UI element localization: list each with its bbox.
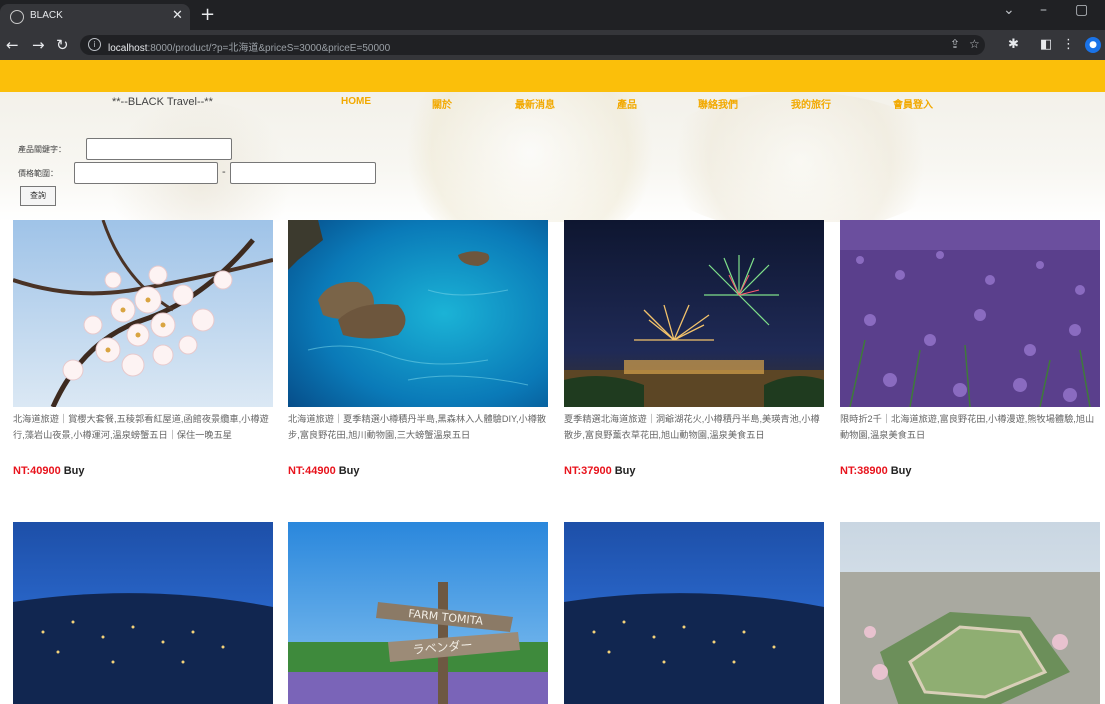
puzzle-icon[interactable]: ✱ (1008, 37, 1019, 52)
address-bar[interactable]: i localhost:8000/product/?p=北海道&priceS=3… (80, 35, 985, 55)
plus-icon[interactable]: + (200, 4, 215, 25)
product-image-farm-tomita-sign[interactable]: FARM TOMITA ラベンダー (288, 522, 548, 704)
reload-icon[interactable]: ↻ (56, 36, 69, 54)
minimize-icon[interactable]: – (1040, 2, 1047, 18)
price-range-label: 價格範圍： (18, 169, 58, 178)
nav-contact[interactable]: 聯絡我們 (698, 96, 738, 111)
product-description[interactable]: 限時折2千｜北海道旅遊,富良野花田,小樽漫遊,熊牧場體驗,旭山動物園,溫泉美食五… (840, 411, 1100, 443)
price-min-input[interactable] (74, 162, 218, 184)
product-image-night-city[interactable] (13, 522, 273, 704)
nav-products[interactable]: 產品 (617, 96, 637, 111)
price-row: NT:38900 Buy (840, 465, 911, 477)
search-button[interactable]: 查詢 (20, 186, 56, 206)
close-icon[interactable]: ✕ (172, 8, 183, 23)
product-image-cherry-blossom[interactable] (13, 220, 273, 407)
info-icon[interactable]: i (88, 38, 101, 51)
price-row: NT:37900 Buy (564, 465, 635, 477)
site-brand[interactable]: **--BLACK Travel--** (112, 96, 213, 108)
profile-icon[interactable]: ● (1085, 37, 1101, 53)
price-separator: - (222, 166, 226, 178)
menu-icon[interactable]: ⋮ (1062, 37, 1075, 52)
product-image-star-fort[interactable] (840, 522, 1100, 704)
nav-home[interactable]: HOME (341, 96, 371, 107)
maximize-icon[interactable]: ▢ (1075, 2, 1088, 18)
price-max-input[interactable] (230, 162, 376, 184)
product-image-night-city[interactable] (564, 522, 824, 704)
nav-my-trips[interactable]: 我的旅行 (791, 96, 831, 111)
arrow-right-icon[interactable]: → (32, 36, 45, 54)
site-navbar: **--BLACK Travel--** HOME 關於 最新消息 產品 聯絡我… (0, 94, 1105, 116)
product-description[interactable]: 北海道旅遊｜夏季精選小樽積丹半島,黑森林入人體驗DIY,小樽散步,富良野花田,旭… (288, 411, 548, 443)
url-text: localhost:8000/product/?p=北海道&priceS=300… (108, 39, 390, 54)
nav-about[interactable]: 關於 (432, 96, 452, 111)
globe-icon (10, 10, 24, 24)
product-price: NT:40900 (13, 465, 61, 477)
buy-link[interactable]: Buy (615, 465, 636, 477)
product-description[interactable]: 夏季精選北海道旅遊｜洞爺湖花火,小樽積丹半島,美瑛青池,小樽散步,富良野薰衣草花… (564, 411, 824, 443)
price-row: NT:40900 Buy (13, 465, 84, 477)
tab-title: BLACK (30, 10, 63, 21)
header-accent-bar (0, 60, 1105, 92)
price-row: NT:44900 Buy (288, 465, 359, 477)
keyword-label: 產品關鍵字： (18, 145, 66, 154)
product-price: NT:44900 (288, 465, 336, 477)
browser-tab-strip: BLACK ✕ + ⌄ – ▢ (0, 0, 1105, 30)
share-icon[interactable]: ⇪ (950, 37, 960, 51)
product-image-fireworks[interactable] (564, 220, 824, 407)
url-path: :8000/product/?p=北海道&priceS=3000&priceE=… (147, 43, 391, 54)
sidebar-icon[interactable]: ◧ (1040, 37, 1052, 52)
url-host: localhost (108, 43, 148, 54)
product-description[interactable]: 北海道旅遊｜賞櫻大套餐,五稜郭看紅屋道,函館夜景纜車,小樽遊行,藻岩山夜景,小樽… (13, 411, 273, 443)
product-price: NT:38900 (840, 465, 888, 477)
buy-link[interactable]: Buy (891, 465, 912, 477)
chevron-down-icon[interactable]: ⌄ (1003, 2, 1015, 18)
nav-news[interactable]: 最新消息 (515, 96, 555, 111)
browser-toolbar: ← → ↻ i localhost:8000/product/?p=北海道&pr… (0, 30, 1105, 60)
keyword-input[interactable] (86, 138, 232, 160)
product-price: NT:37900 (564, 465, 612, 477)
product-image-lavender-field[interactable] (840, 220, 1100, 407)
star-icon[interactable]: ☆ (969, 37, 980, 51)
arrow-left-icon[interactable]: ← (6, 36, 19, 54)
nav-member-login[interactable]: 會員登入 (893, 96, 933, 111)
web-page: **--BLACK Travel--** HOME 關於 最新消息 產品 聯絡我… (0, 60, 1105, 704)
product-image-blue-sea-rocks[interactable] (288, 220, 548, 407)
buy-link[interactable]: Buy (339, 465, 360, 477)
browser-tab[interactable]: BLACK ✕ (0, 4, 190, 30)
buy-link[interactable]: Buy (64, 465, 85, 477)
